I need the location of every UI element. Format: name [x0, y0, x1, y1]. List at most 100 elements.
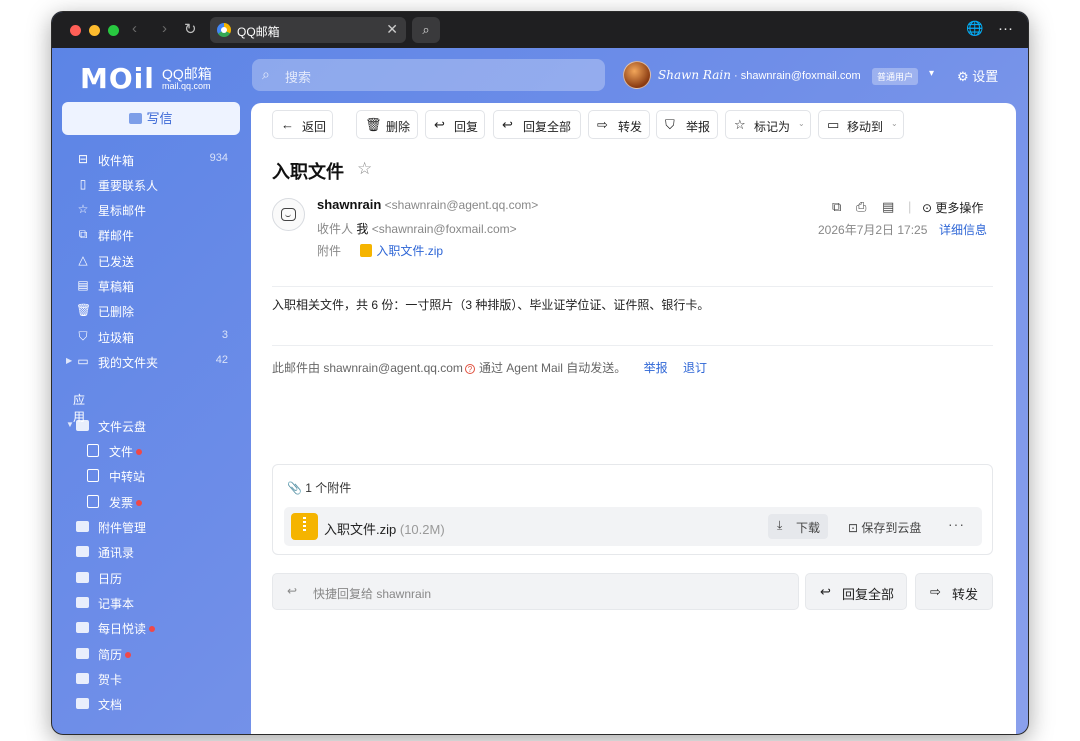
- zip-file-icon: [291, 513, 318, 540]
- sidebar-app-greeting-card[interactable]: 贺卡: [76, 670, 236, 688]
- bookmark-icon: ▯: [79, 177, 87, 191]
- mark-as-dropdown[interactable]: ☆ 标记为 ⌄: [725, 110, 811, 139]
- sidebar-app-resume[interactable]: 简历: [76, 645, 236, 663]
- quick-reply-input[interactable]: ↩ 快捷回复给 shawnrain: [272, 573, 799, 610]
- back-button[interactable]: ← 返回: [272, 110, 333, 139]
- tab-search-button[interactable]: ⌕: [412, 17, 440, 43]
- user-account[interactable]: Shawn Rain · shawnrain@foxmail.com: [658, 68, 861, 82]
- save-to-cloud-button[interactable]: ⊡ 保存到云盘: [848, 519, 921, 536]
- sidebar-item-my-folders[interactable]: ▭ 我的文件夹 42: [76, 353, 236, 371]
- attachment-line: 附件 入职文件.zip: [317, 242, 443, 259]
- attachments-panel: 📎 1 个附件 入职文件.zip (10.2M) ⤓ 下载 ⊡ 保存到云盘 ··…: [272, 464, 993, 555]
- settings-button[interactable]: ⚙ 设置: [957, 66, 998, 85]
- cloud-drive-icon: [76, 418, 90, 432]
- browser-tab[interactable]: QQ邮箱 ✕: [210, 17, 406, 43]
- logo-mail-wordmark: MOil: [80, 62, 155, 95]
- reply-all-label: 回复全部: [842, 587, 895, 602]
- forward-icon: ⇨: [597, 117, 608, 132]
- tab-close-icon[interactable]: ✕: [386, 21, 398, 38]
- unsubscribe-link[interactable]: 退订: [683, 361, 707, 375]
- sidebar-app-invoice[interactable]: 发票: [87, 493, 247, 511]
- forward-button[interactable]: ⇨ 转发: [588, 110, 650, 139]
- delete-button[interactable]: 🗑 删除: [356, 110, 418, 139]
- unread-count: 3: [221, 329, 228, 341]
- back-nav-icon[interactable]: ‹: [132, 20, 137, 37]
- back-label: 返回: [302, 120, 327, 134]
- attachment-file-size: (10.2M): [399, 522, 445, 537]
- reply-icon: ↩: [287, 584, 298, 598]
- resume-icon: [76, 646, 90, 660]
- warning-icon[interactable]: ?: [464, 364, 475, 374]
- quick-forward-button[interactable]: ⇨ 转发: [915, 573, 993, 610]
- quick-reply-all-button[interactable]: ↩ 回复全部: [805, 573, 907, 610]
- sidebar-item-inbox[interactable]: ⊟ 收件箱 934: [76, 151, 236, 169]
- contacts-icon: [76, 544, 90, 558]
- sidebar-app-daily-reading[interactable]: 每日悦读: [76, 619, 236, 637]
- sidebar-item-spam[interactable]: ⛉ 垃圾箱 3: [76, 328, 236, 346]
- browser-window: ‹ › ↻ QQ邮箱 ✕ ⌕ 🌐 ··· MOil QQ邮箱 mail.qq.c…: [51, 11, 1029, 735]
- download-button[interactable]: ⤓ 下载: [768, 514, 828, 539]
- notice-sender: 此邮件由 shawnrain@agent.qq.com: [272, 361, 463, 375]
- account-dropdown-icon[interactable]: ▾: [929, 68, 934, 79]
- user-name: Shawn Rain: [658, 68, 731, 82]
- new-dot-badge: [149, 626, 156, 632]
- more-menu-icon[interactable]: ···: [998, 20, 1013, 37]
- sidebar-app-attachments[interactable]: 附件管理: [76, 518, 236, 536]
- expand-caret-icon[interactable]: ▶: [66, 356, 72, 365]
- reply-button[interactable]: ↩ 回复: [425, 110, 485, 139]
- sidebar-item-starred[interactable]: ☆ 星标邮件: [76, 201, 236, 219]
- attachment-file-name: 入职文件.zip (10.2M): [324, 522, 445, 537]
- sidebar-item-label: 记事本: [98, 597, 135, 611]
- recipient-name[interactable]: 我: [356, 222, 368, 236]
- sidebar-app-cloud-drive[interactable]: 文件云盘: [76, 417, 236, 435]
- move-to-dropdown[interactable]: ▭ 移动到 ⌄: [818, 110, 904, 139]
- search-input[interactable]: ⌕ 搜索: [252, 59, 605, 91]
- compose-icon: [129, 113, 143, 124]
- sidebar-item-group-mail[interactable]: ⧉ 群邮件: [76, 226, 236, 244]
- toolbar-divider: |: [908, 199, 912, 214]
- details-link[interactable]: 详细信息: [939, 221, 987, 238]
- attachment-item[interactable]: 入职文件.zip (10.2M) ⤓ 下载 ⊡ 保存到云盘 ···: [284, 507, 982, 546]
- attachment-more-button[interactable]: ···: [948, 516, 965, 532]
- forward-nav-icon[interactable]: ›: [162, 20, 167, 37]
- open-new-window-icon[interactable]: ⧉: [832, 199, 841, 215]
- sidebar-app-notes[interactable]: 记事本: [76, 594, 236, 612]
- globe-icon[interactable]: 🌐: [966, 20, 983, 37]
- reload-icon[interactable]: ↻: [184, 20, 197, 38]
- sidebar-app-calendar[interactable]: 日历: [76, 569, 236, 587]
- sidebar-item-label: 发票: [109, 494, 143, 511]
- collapse-caret-icon[interactable]: ▼: [66, 420, 74, 429]
- attachment-link[interactable]: 入职文件.zip: [360, 244, 443, 258]
- attachment-manager-icon: [76, 519, 90, 533]
- sender-line: shawnrain <shawnrain@agent.qq.com>: [317, 197, 538, 212]
- report-link[interactable]: 举报: [644, 361, 668, 375]
- attachments-title: 📎 1 个附件: [287, 479, 351, 496]
- more-actions-button[interactable]: ⊙ 更多操作: [922, 199, 983, 216]
- sender-name[interactable]: shawnrain: [317, 197, 381, 212]
- recipient-label: 收件人: [317, 222, 354, 236]
- save-to-cloud-label: 保存到云盘: [861, 521, 922, 535]
- sidebar-app-docs[interactable]: 文档: [76, 695, 236, 713]
- note-icon[interactable]: ▤: [882, 199, 894, 215]
- minimize-window-button[interactable]: [89, 25, 100, 36]
- star-toggle-icon[interactable]: ☆: [357, 159, 372, 179]
- sidebar-item-important-contacts[interactable]: ▯ 重要联系人: [76, 176, 236, 194]
- compose-button[interactable]: 写信: [62, 102, 240, 135]
- sender-avatar[interactable]: [272, 198, 305, 231]
- sidebar-app-files[interactable]: 文件: [87, 442, 247, 460]
- print-icon[interactable]: ⎙: [856, 199, 866, 215]
- close-window-button[interactable]: [70, 25, 81, 36]
- greeting-card-icon: [76, 671, 90, 685]
- sidebar-app-transfer-station[interactable]: 中转站: [87, 467, 247, 485]
- sidebar-item-deleted[interactable]: 🗑 已删除: [76, 302, 236, 320]
- user-avatar[interactable]: [623, 61, 651, 89]
- sidebar-item-sent[interactable]: △ 已发送: [76, 252, 236, 270]
- sidebar-app-contacts[interactable]: 通讯录: [76, 543, 236, 561]
- zoom-window-button[interactable]: [108, 25, 119, 36]
- report-button[interactable]: ⛉ 举报: [656, 110, 718, 139]
- sidebar-item-label: 群邮件: [98, 229, 135, 243]
- recipient-address: <shawnrain@foxmail.com>: [371, 222, 517, 236]
- sidebar-item-drafts[interactable]: ▤ 草稿箱: [76, 277, 236, 295]
- attachment-label: 附件: [317, 244, 342, 258]
- reply-all-button[interactable]: ↩ 回复全部: [493, 110, 581, 139]
